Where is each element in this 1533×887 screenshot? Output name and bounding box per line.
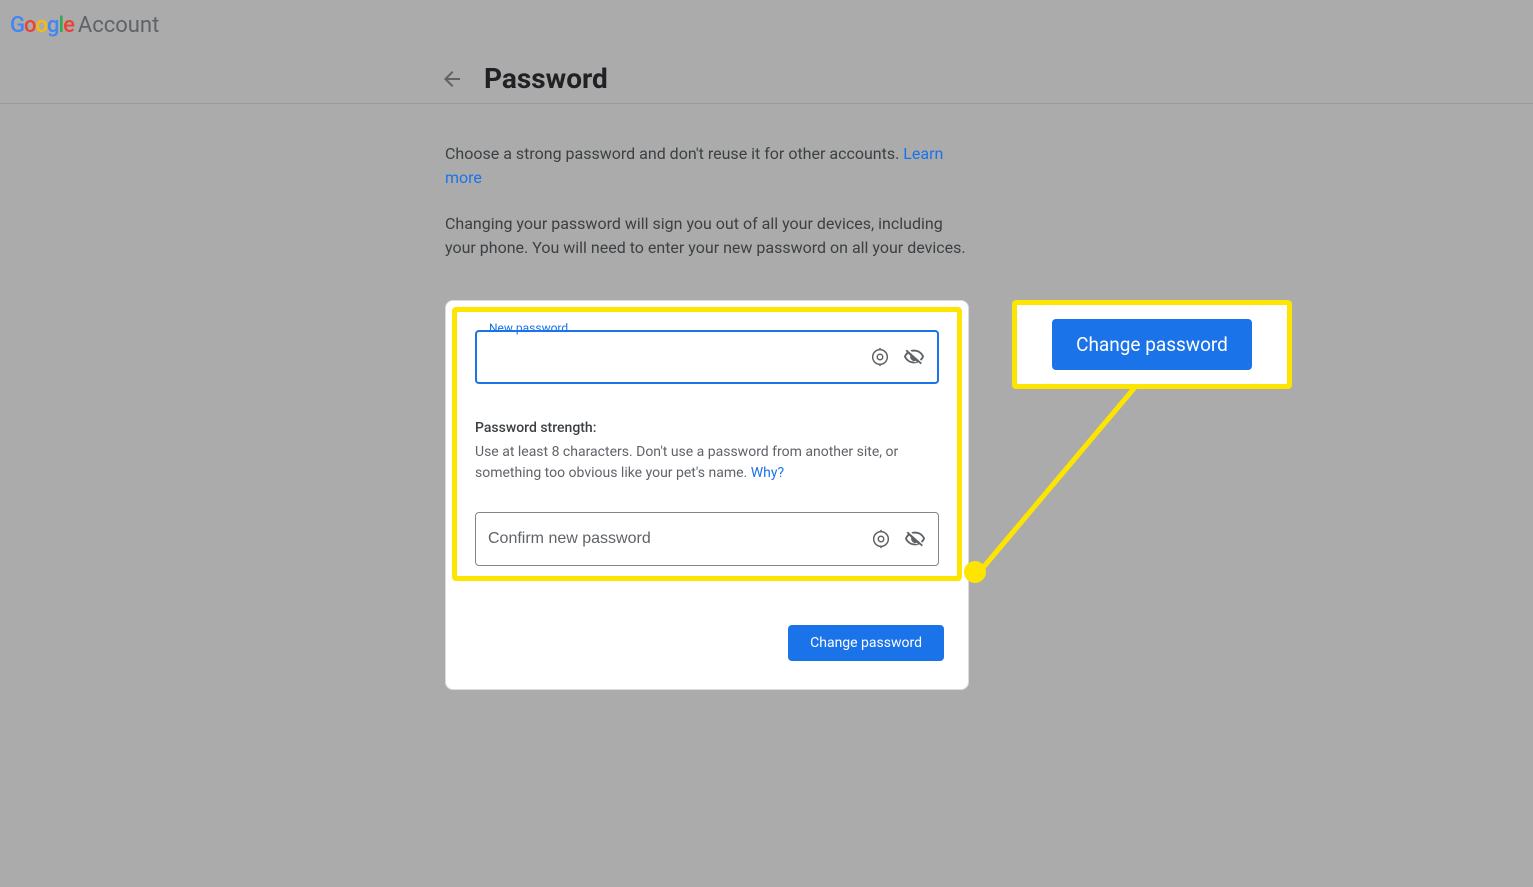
suggest-password-icon[interactable] <box>869 346 891 368</box>
strength-description: Use at least 8 characters. Don't use a p… <box>475 442 939 484</box>
title-bar: Password <box>440 62 1533 95</box>
intro-copy: Choose a strong password and don't reuse… <box>445 144 903 163</box>
callout-box: Change password <box>1012 300 1292 389</box>
password-strength-section: Password strength: Use at least 8 charac… <box>475 420 939 484</box>
product-name: Account <box>78 13 159 38</box>
confirm-password-outline <box>475 512 939 566</box>
header-divider <box>0 103 1533 104</box>
suggest-password-icon[interactable] <box>870 528 892 550</box>
confirm-password-input[interactable] <box>488 530 858 548</box>
password-card: New password Password strength: Use at l… <box>445 300 969 690</box>
description-text: Changing your password will sign you out… <box>445 212 969 260</box>
page-title: Password <box>484 62 608 95</box>
back-arrow-icon[interactable] <box>440 67 464 91</box>
highlighted-inputs: New password Password strength: Use at l… <box>452 307 962 581</box>
change-password-button[interactable]: Change password <box>788 625 944 661</box>
intro-text: Choose a strong password and don't reuse… <box>445 142 969 190</box>
why-link[interactable]: Why? <box>751 465 784 481</box>
new-password-input[interactable] <box>489 348 857 366</box>
main-content: Choose a strong password and don't reuse… <box>445 142 969 690</box>
strength-copy: Use at least 8 characters. Don't use a p… <box>475 444 898 481</box>
new-password-field-wrap: New password <box>475 330 939 384</box>
callout-change-password-button[interactable]: Change password <box>1052 319 1252 370</box>
card-footer: Change password <box>452 581 962 683</box>
callout-anchor-dot <box>964 561 986 583</box>
google-logo: Google <box>10 13 74 38</box>
visibility-off-icon[interactable] <box>904 528 926 550</box>
visibility-off-icon[interactable] <box>903 346 925 368</box>
new-password-outline <box>475 330 939 384</box>
strength-label: Password strength: <box>475 420 939 436</box>
confirm-password-field-wrap <box>475 512 939 566</box>
app-header: Google Account <box>0 0 1533 50</box>
callout-connector-line <box>966 386 1166 586</box>
